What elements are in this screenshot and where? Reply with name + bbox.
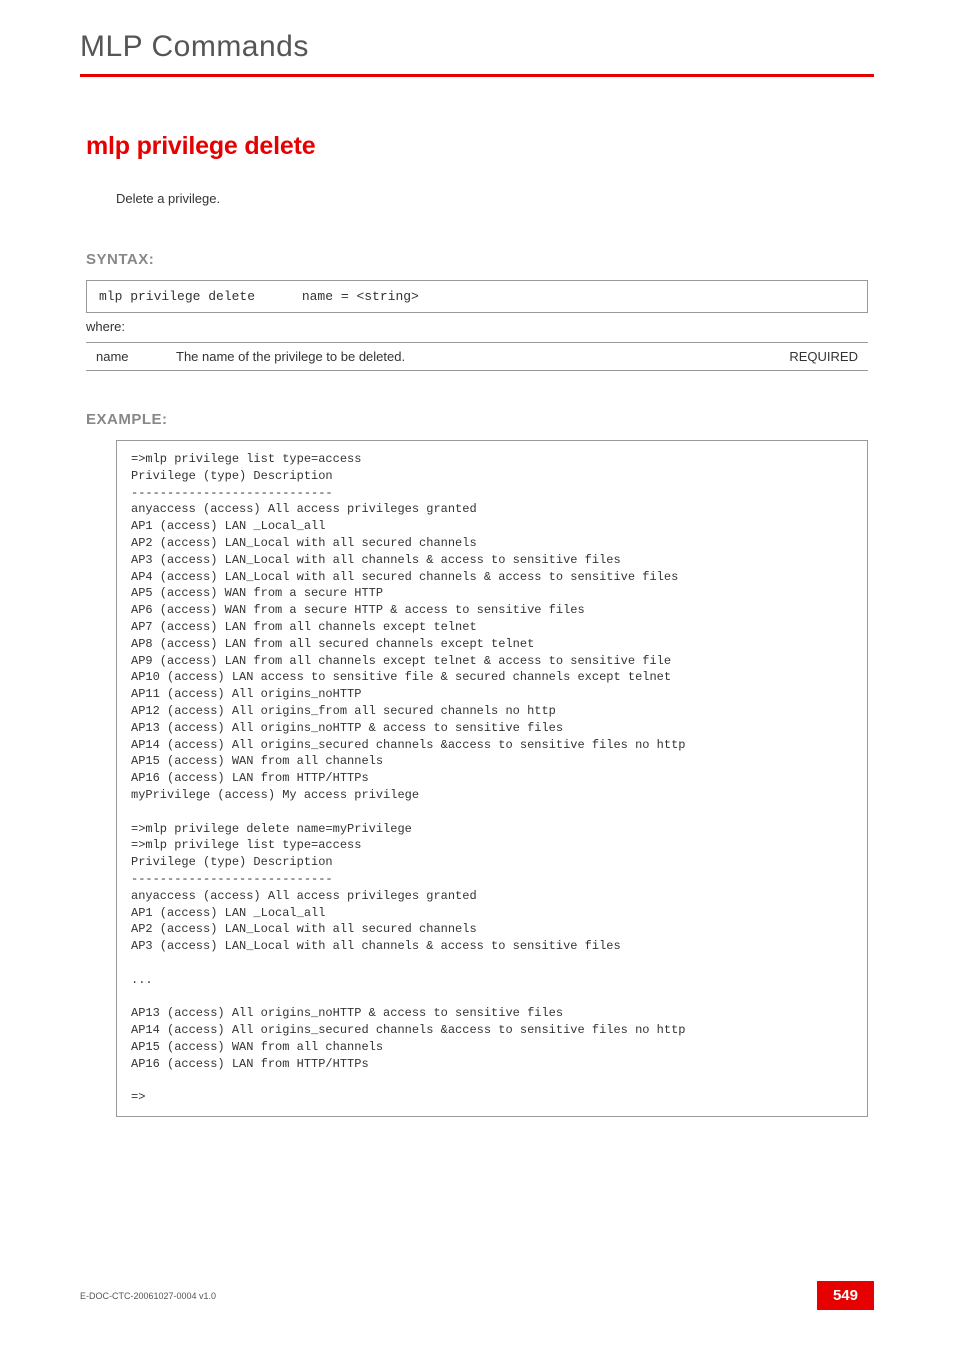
table-row: name The name of the privilege to be del… [86,343,868,371]
chapter-title: MLP Commands [80,30,874,64]
header-divider [80,74,874,77]
command-title: mlp privilege delete [86,132,874,161]
example-heading: EXAMPLE: [86,411,874,428]
page-number-badge: 549 [817,1281,874,1310]
example-code: =>mlp privilege list type=access Privile… [116,440,868,1117]
page-footer: E-DOC-CTC-20061027-0004 v1.0 549 [80,1281,874,1310]
param-desc: The name of the privilege to be deleted. [166,343,748,371]
doc-id: E-DOC-CTC-20061027-0004 v1.0 [80,1291,216,1301]
syntax-heading: SYNTAX: [86,251,874,268]
param-table: name The name of the privilege to be del… [86,342,868,371]
syntax-code: mlp privilege delete name = <string> [86,280,868,313]
where-label: where: [86,319,874,334]
command-intro: Delete a privilege. [116,191,874,206]
param-required: REQUIRED [748,343,868,371]
param-name: name [86,343,166,371]
